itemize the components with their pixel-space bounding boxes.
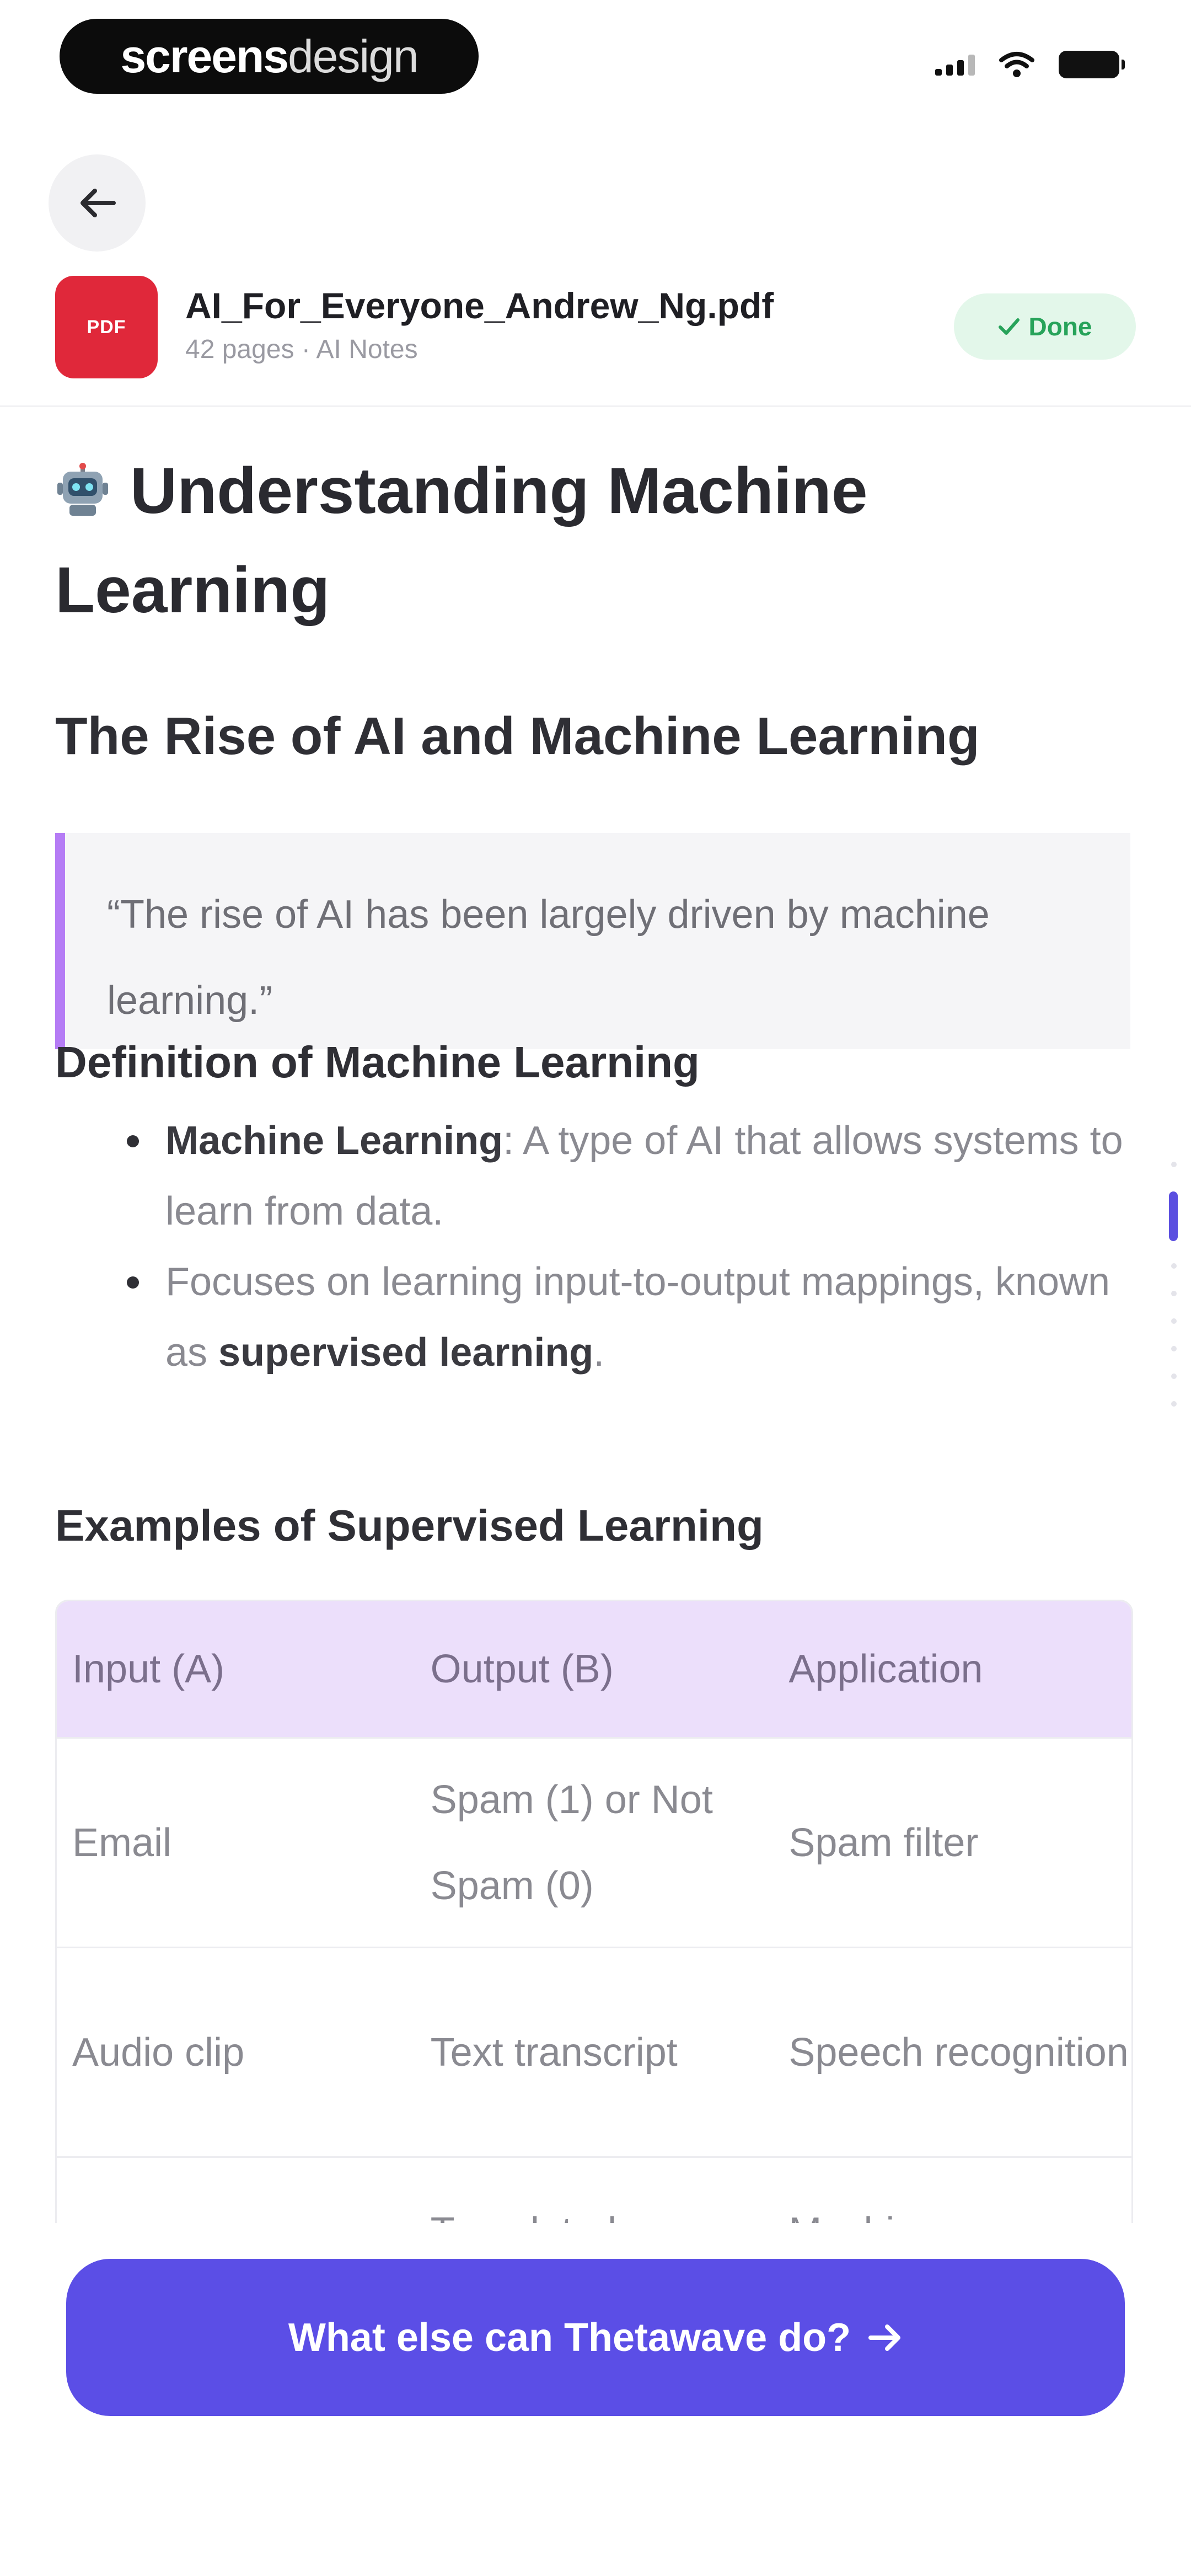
back-button[interactable] [49, 154, 146, 252]
file-name: AI_For_Everyone_Andrew_Ng.pdf [185, 285, 774, 326]
screen: screensdesign PDF AI_For_Everyone_Andrew… [0, 0, 1191, 2576]
table-header-row: Input (A) Output (B) Application [57, 1601, 1131, 1737]
scroll-dot [1171, 1162, 1177, 1167]
file-type-label: PDF [87, 316, 126, 338]
table-cell: Speech recognition [788, 2030, 1129, 2075]
file-meta: 42 pages · AI Notes [185, 335, 418, 364]
scroll-dot [1171, 1373, 1177, 1379]
bullet-bold: Machine Learning [165, 1119, 503, 1163]
bullet-list: Machine Learning: A type of AI that allo… [55, 1105, 1136, 1388]
brand-light: design [288, 30, 419, 82]
check-icon [998, 318, 1020, 335]
examples-heading: Examples of Supervised Learning [55, 1501, 764, 1550]
table-cell: Machine [773, 2189, 1131, 2223]
scroll-indicator[interactable] [1169, 1158, 1178, 1423]
cellular-signal-icon [935, 54, 975, 76]
bullet-bold: supervised learning [218, 1330, 594, 1375]
table-cell: Spam filter [788, 1820, 979, 1865]
scroll-dot [1171, 1346, 1177, 1351]
file-header: PDF AI_For_Everyone_Andrew_Ng.pdf 42 pag… [55, 274, 1136, 378]
scroll-dot [1171, 1263, 1177, 1269]
quote-block: “The rise of AI has been largely driven … [55, 833, 1130, 1049]
wifi-icon [999, 52, 1034, 77]
status-bar: screensdesign [0, 0, 1191, 121]
scroll-dot [1171, 1401, 1177, 1407]
examples-table: Input (A) Output (B) Application Email S… [55, 1600, 1133, 2223]
table-cell: Email [72, 1820, 172, 1865]
definition-heading: Definition of Machine Learning [55, 1038, 700, 1087]
notes-content[interactable]: Understanding Machine Learning The Rise … [55, 419, 1136, 2223]
bullet-end: . [593, 1330, 605, 1375]
brand-logo: screensdesign [60, 19, 479, 94]
list-item: Machine Learning: A type of AI that allo… [55, 1105, 1136, 1247]
page-title-text: Understanding Machine Learning [55, 455, 868, 627]
robot-icon [57, 462, 108, 516]
bottom-bar: What else can Thetawave do? [0, 2223, 1191, 2576]
column-header: Application [788, 1647, 983, 1691]
table-cell: Audio clip [72, 2030, 245, 2075]
section-heading: The Rise of AI and Machine Learning [55, 707, 980, 766]
cta-button[interactable]: What else can Thetawave do? [66, 2259, 1125, 2416]
table-row: Audio clip Text transcript Speech recogn… [57, 1947, 1131, 2156]
table-cell: Spam (1) or Not Spam (0) [430, 1777, 713, 1908]
scroll-dot [1171, 1318, 1177, 1324]
arrow-left-icon [81, 189, 116, 217]
status-icons [935, 51, 1125, 78]
status-badge: Done [954, 293, 1136, 360]
arrow-right-icon [868, 2324, 901, 2351]
table-cell: Text transcript [430, 2030, 678, 2075]
cta-label: What else can Thetawave do? [288, 2315, 851, 2360]
scroll-dot [1171, 1291, 1177, 1296]
header-divider [0, 405, 1191, 407]
battery-icon [1059, 51, 1125, 78]
brand-bold: screens [120, 30, 289, 82]
table-row: Email Spam (1) or Not Spam (0) Spam filt… [57, 1737, 1131, 1947]
table-row: Translated Machine [57, 2156, 1131, 2223]
status-badge-label: Done [1028, 312, 1092, 341]
pdf-file-icon: PDF [55, 276, 158, 378]
table-cell: Translated [415, 2189, 774, 2223]
page-title: Understanding Machine Learning [55, 441, 1114, 640]
scroll-thumb[interactable] [1169, 1191, 1178, 1241]
column-header: Output (B) [430, 1647, 614, 1691]
list-item: Focuses on learning input-to-output mapp… [55, 1247, 1136, 1388]
column-header: Input (A) [72, 1647, 225, 1691]
